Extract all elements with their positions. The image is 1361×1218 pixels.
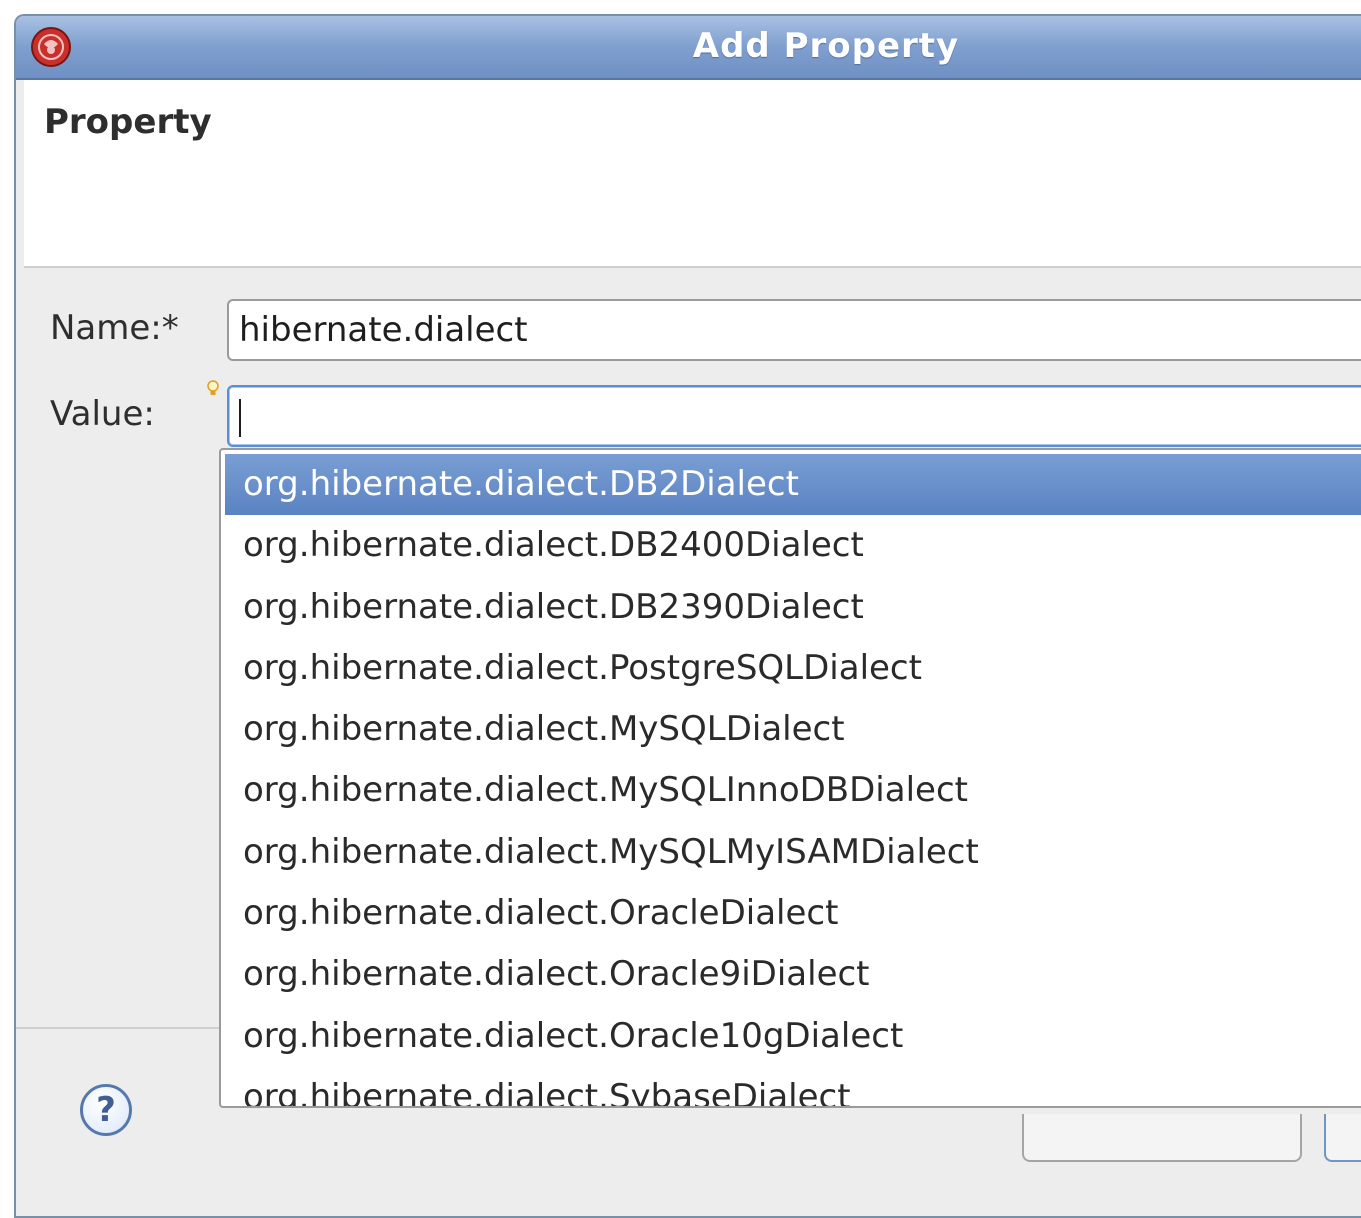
value-label: Value: [50,394,155,434]
proposal-item[interactable]: org.hibernate.dialect.DB2Dialect [225,454,1361,516]
name-label: Name:* [50,308,179,348]
proposal-item[interactable]: org.hibernate.dialect.OracleDialect [225,883,1361,944]
value-field[interactable] [227,385,1361,447]
proposal-item[interactable]: org.hibernate.dialect.DB2390Dialect [225,577,1361,638]
content-assist-list: org.hibernate.dialect.DB2Dialect org.hibe… [225,454,1361,1106]
dialog-header: Property [24,80,1361,268]
proposal-item[interactable]: org.hibernate.dialect.DB2400Dialect [225,515,1361,576]
cancel-button[interactable] [1022,1114,1302,1162]
proposal-item[interactable]: org.hibernate.dialect.PostgreSQLDialect [225,638,1361,699]
title-bar[interactable]: Add Property [16,16,1361,80]
proposal-item[interactable]: org.hibernate.dialect.Oracle9iDialect [225,944,1361,1005]
help-icon[interactable]: ? [80,1084,132,1136]
text-caret [239,399,241,437]
window-title: Add Property [692,26,960,66]
proposal-item[interactable]: org.hibernate.dialect.SybaseDialect [225,1067,1361,1106]
proposal-item[interactable]: org.hibernate.dialect.MySQLDialect [225,699,1361,760]
proposal-item[interactable]: org.hibernate.dialect.MySQLMyISAMDialect [225,822,1361,883]
name-field[interactable]: hibernate.dialect [227,299,1361,361]
content-assist-popup[interactable]: org.hibernate.dialect.DB2Dialect org.hibe… [219,448,1361,1108]
finish-button[interactable] [1324,1114,1361,1162]
lightbulb-icon [207,380,219,395]
name-field-text: hibernate.dialect [239,310,528,350]
header-title: Property [44,102,212,142]
proposal-item[interactable]: org.hibernate.dialect.MySQLInnoDBDialect [225,760,1361,821]
proposal-item[interactable]: org.hibernate.dialect.Oracle10gDialect [225,1006,1361,1067]
